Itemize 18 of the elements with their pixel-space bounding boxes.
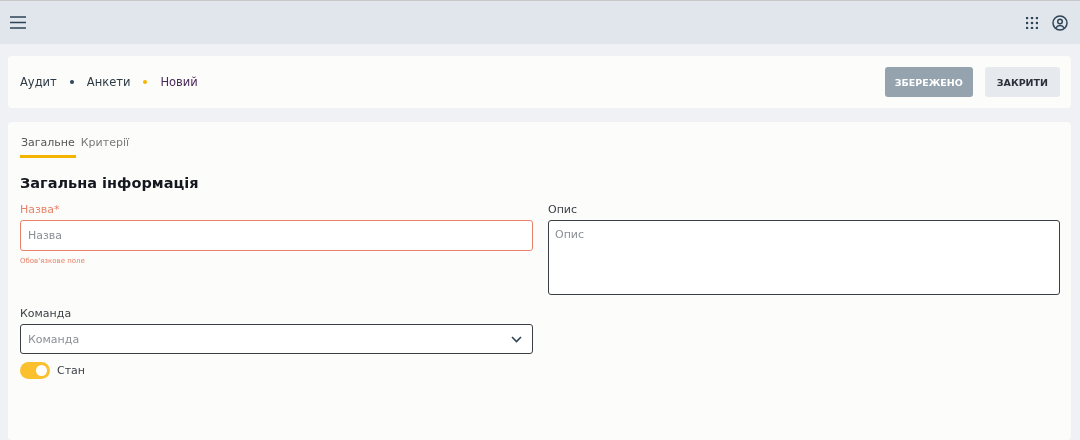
tab[interactable]: Критерії (79, 134, 130, 158)
toggle-label: Стан (57, 364, 86, 377)
section-title: Загальна інформація (20, 175, 200, 191)
name-field[interactable]: Назва (20, 220, 533, 251)
menu-icon[interactable] (10, 16, 26, 29)
field-label: Назва* (20, 203, 61, 216)
chevron-down-icon (511, 335, 522, 343)
apps-grid-icon[interactable] (1026, 16, 1038, 29)
description-field[interactable]: Опис (548, 220, 1060, 295)
close-button[interactable]: ЗАКРИТИ (984, 67, 1060, 97)
field-label: Опис (548, 203, 579, 216)
breadcrumb-link[interactable]: Новий (160, 75, 198, 89)
user-account-icon[interactable] (1052, 14, 1068, 31)
breadcrumb-link[interactable]: Анкети (86, 75, 131, 89)
breadcrumb-link[interactable]: Аудит (20, 75, 57, 89)
tab[interactable]: Загальне (20, 134, 76, 158)
status-toggle[interactable] (20, 362, 50, 379)
field-label: Команда (20, 307, 73, 320)
